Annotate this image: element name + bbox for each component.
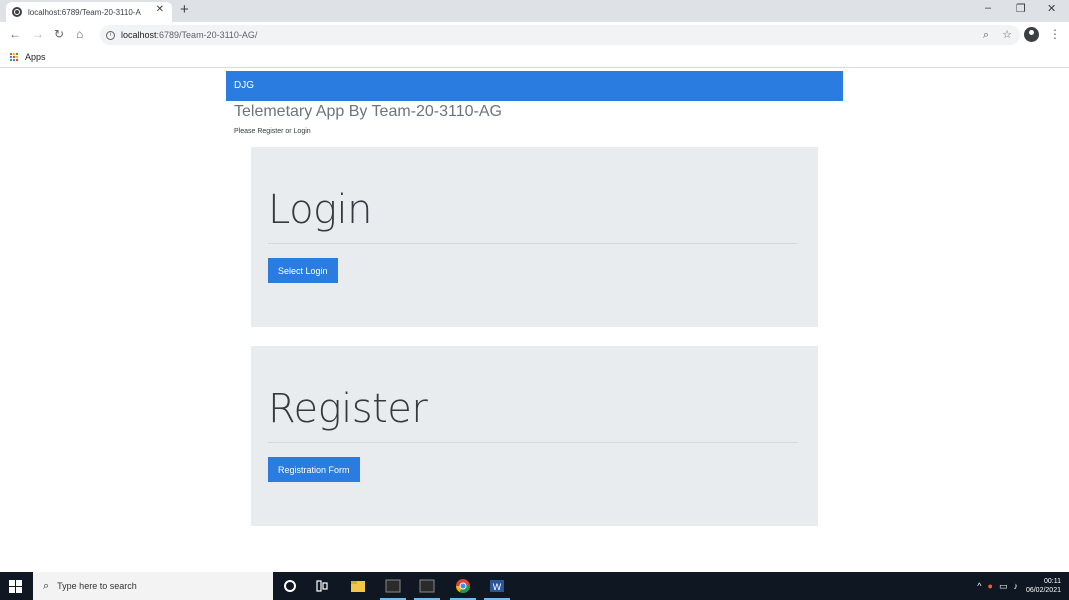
browser-tab[interactable]: localhost:6789/Team-20-3110-A ✕ bbox=[6, 2, 172, 22]
kebab-menu-icon[interactable]: ⋮ bbox=[1049, 27, 1061, 41]
page-title: Telemetary App By Team-20-3110-AG bbox=[234, 103, 502, 120]
taskbar-search-placeholder: Type here to search bbox=[57, 581, 137, 591]
browser-toolbar: ← → ↻ ⌂ i localhost:6789/Team-20-3110-AG… bbox=[0, 22, 1069, 48]
globe-icon bbox=[12, 7, 22, 17]
system-tray: ^ ● ▭ ♪ 00:11 06/02/2021 bbox=[971, 572, 1069, 600]
register-heading: Register bbox=[268, 386, 428, 432]
browser-tab-strip: localhost:6789/Team-20-3110-A ✕ + – ❐ ✕ bbox=[0, 0, 1069, 22]
word-icon[interactable]: W bbox=[489, 578, 505, 594]
minimize-icon[interactable]: – bbox=[985, 2, 991, 14]
windows-start-icon[interactable] bbox=[9, 580, 22, 593]
chrome-icon[interactable] bbox=[455, 578, 471, 594]
taskbar-clock[interactable]: 00:11 06/02/2021 bbox=[1026, 577, 1061, 595]
login-divider bbox=[268, 243, 798, 244]
clock-date: 06/02/2021 bbox=[1025, 587, 1061, 594]
tab-title: localhost:6789/Team-20-3110-A bbox=[28, 7, 141, 17]
profile-avatar-icon[interactable] bbox=[1024, 27, 1039, 42]
forward-arrow-icon[interactable]: → bbox=[32, 27, 44, 41]
site-navbar: DJG bbox=[226, 71, 843, 101]
taskbar-search-box[interactable]: ⌕ Type here to search bbox=[33, 572, 273, 600]
address-bar[interactable]: i localhost:6789/Team-20-3110-AG/ ⌕ ☆ bbox=[100, 25, 1020, 45]
cortana-icon[interactable] bbox=[282, 578, 298, 594]
search-icon: ⌕ bbox=[43, 579, 50, 592]
zoom-icon[interactable]: ⌕ bbox=[983, 29, 989, 41]
register-panel: Register Registration Form bbox=[251, 346, 818, 526]
page-subtitle: Please Register or Login bbox=[234, 128, 311, 135]
volume-icon[interactable]: ♪ bbox=[1013, 581, 1018, 591]
network-icon[interactable]: ▭ bbox=[999, 581, 1008, 592]
bookmark-star-icon[interactable]: ☆ bbox=[1002, 29, 1012, 41]
console-icon[interactable] bbox=[419, 578, 435, 594]
close-window-icon[interactable]: ✕ bbox=[1047, 2, 1056, 15]
terminal-icon[interactable] bbox=[385, 578, 401, 594]
bookmarks-bar: Apps bbox=[0, 48, 1069, 68]
new-tab-button[interactable]: + bbox=[180, 2, 189, 18]
apps-bookmark[interactable]: Apps bbox=[25, 52, 46, 62]
windows-taskbar: ⌕ Type here to search W ^ ● ▭ ♪ 00:11 06… bbox=[0, 572, 1069, 600]
file-explorer-icon[interactable] bbox=[350, 578, 366, 594]
restore-icon[interactable]: ❐ bbox=[1016, 2, 1026, 15]
login-heading: Login bbox=[268, 187, 373, 233]
select-login-button[interactable]: Select Login bbox=[268, 258, 338, 283]
home-icon[interactable]: ⌂ bbox=[76, 27, 83, 41]
navbar-brand[interactable]: DJG bbox=[234, 80, 254, 91]
show-hidden-icons-icon[interactable]: ^ bbox=[977, 581, 981, 591]
task-view-icon[interactable] bbox=[314, 578, 330, 594]
url-text[interactable]: localhost:6789/Team-20-3110-AG/ bbox=[121, 30, 257, 40]
login-panel: Login Select Login bbox=[251, 147, 818, 327]
notification-badge-icon[interactable]: ● bbox=[988, 581, 993, 591]
back-arrow-icon[interactable]: ← bbox=[9, 27, 21, 41]
clock-time: 00:11 bbox=[1044, 578, 1061, 585]
info-icon[interactable]: i bbox=[106, 30, 115, 40]
reload-icon[interactable]: ↻ bbox=[54, 27, 64, 41]
registration-form-button[interactable]: Registration Form bbox=[268, 457, 360, 482]
apps-grid-icon[interactable] bbox=[10, 53, 19, 62]
svg-text:W: W bbox=[493, 583, 502, 593]
register-divider bbox=[268, 442, 798, 443]
close-tab-icon[interactable]: ✕ bbox=[156, 4, 164, 15]
